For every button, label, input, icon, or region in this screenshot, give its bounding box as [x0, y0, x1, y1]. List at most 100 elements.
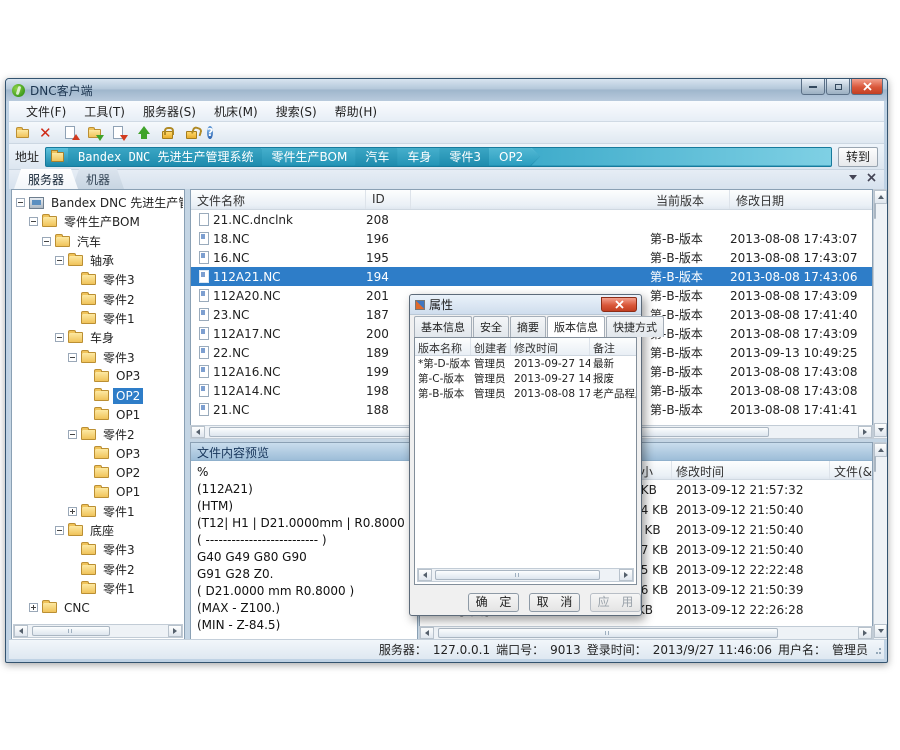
menu-server[interactable]: 服务器(S) [134, 101, 205, 122]
collapse-icon[interactable] [16, 198, 25, 207]
scroll-left-icon[interactable] [191, 426, 205, 438]
version-row[interactable]: 第-B-版本管理员2013-08-08 17:...老产品程序 [415, 386, 636, 401]
menu-help[interactable]: 帮助(H) [326, 101, 386, 122]
tree-hscrollbar[interactable] [13, 624, 183, 638]
column-version[interactable]: 当前版本 [650, 190, 730, 209]
scroll-left-icon[interactable] [14, 625, 28, 637]
tab-machine[interactable]: 机器 [72, 169, 124, 189]
collapse-icon[interactable] [68, 430, 77, 439]
table-row[interactable]: 16.NC195第-B-版本2013-08-08 17:43:07 [191, 248, 872, 267]
scroll-thumb[interactable] [874, 456, 876, 472]
tree-item[interactable]: OP1 [14, 405, 183, 424]
scroll-up-icon[interactable] [874, 443, 887, 457]
title-bar[interactable]: DNC客户端 [6, 79, 887, 101]
column-creator[interactable]: 创建者 [471, 338, 511, 355]
tab-basic-info[interactable]: 基本信息 [414, 316, 472, 337]
expand-icon[interactable] [29, 603, 38, 612]
tree-item[interactable]: 零件2 [14, 289, 183, 308]
breadcrumb-bom[interactable]: 零件生产BOM [262, 148, 364, 166]
column-date[interactable]: 修改日期 [730, 190, 872, 209]
ok-button[interactable]: 确 定 [468, 593, 519, 612]
tree-item-root[interactable]: Bandex DNC 先进生产管理系统 [14, 193, 183, 212]
file-download-icon[interactable] [111, 125, 128, 141]
tree-item[interactable]: 零件3 [14, 270, 183, 289]
tab-summary[interactable]: 摘要 [510, 316, 546, 337]
tree-item[interactable]: 轴承 [14, 251, 183, 270]
table-row[interactable]: 21.NC.dnclnk208 [191, 210, 872, 229]
collapse-icon[interactable] [55, 256, 64, 265]
tree-item[interactable]: OP3 [14, 367, 183, 386]
tab-server[interactable]: 服务器 [14, 169, 78, 189]
column-mtime[interactable]: 修改时间 [672, 461, 830, 479]
menu-file[interactable]: 文件(F) [17, 101, 75, 122]
table-row-selected[interactable]: 112A21.NC194第-B-版本2013-08-08 17:43:06 [191, 267, 872, 286]
tree-item[interactable]: 零件3 [14, 540, 183, 559]
tab-close-icon[interactable] [867, 173, 876, 182]
scroll-left-icon[interactable] [420, 627, 434, 639]
column-name[interactable]: 文件名称 [191, 190, 366, 209]
help-icon[interactable]: ? [207, 125, 224, 141]
collapse-icon[interactable] [55, 526, 64, 535]
collapse-icon[interactable] [42, 237, 51, 246]
column-mtime[interactable]: 修改时间 [511, 338, 590, 355]
tree-item[interactable]: 底座 [14, 521, 183, 540]
version-row[interactable]: *第-D-版本管理员2013-09-27 14:...最新 [415, 356, 636, 371]
scroll-down-icon[interactable] [874, 624, 887, 638]
close-button[interactable] [851, 79, 883, 95]
tree-item[interactable]: 车身 [14, 328, 183, 347]
scroll-left-icon[interactable] [418, 569, 432, 581]
dialog-title-bar[interactable]: 属性 [410, 295, 641, 315]
table-row[interactable]: 18.NC196第-B-版本2013-08-08 17:43:07 [191, 229, 872, 248]
tree-item[interactable]: 零件1 [14, 309, 183, 328]
tree-item-selected[interactable]: OP2 [14, 386, 183, 405]
maximize-button[interactable] [826, 79, 850, 95]
column-version-name[interactable]: 版本名称 [415, 338, 471, 355]
tree-item[interactable]: 零件1 [14, 579, 183, 598]
scroll-right-icon[interactable] [168, 625, 182, 637]
go-button[interactable]: 转到 [838, 147, 878, 167]
scroll-right-icon[interactable] [858, 426, 872, 438]
new-folder-icon[interactable] [15, 125, 32, 141]
dialog-close-button[interactable] [601, 297, 637, 312]
resize-grip[interactable] [873, 648, 881, 656]
breadcrumb-op[interactable]: OP2 [489, 148, 539, 166]
tree-item[interactable]: 零件1 [14, 502, 183, 521]
scroll-right-icon[interactable] [858, 627, 872, 639]
breadcrumb-root[interactable]: Bandex DNC 先进生产管理系统 [68, 148, 269, 166]
column-note[interactable]: 备注 [590, 338, 636, 355]
collapse-icon[interactable] [55, 333, 64, 342]
minimize-button[interactable] [801, 79, 825, 95]
file-list-vscrollbar[interactable] [873, 189, 888, 439]
column-id[interactable]: ID [366, 190, 411, 209]
tree-item[interactable]: 汽车 [14, 232, 183, 251]
tab-list-dropdown-icon[interactable] [849, 175, 857, 180]
tree-item[interactable]: 零件3 [14, 347, 183, 366]
send-up-icon[interactable] [135, 125, 152, 141]
scroll-down-icon[interactable] [874, 423, 887, 437]
dialog-hscrollbar[interactable] [417, 568, 634, 582]
tree-item[interactable]: OP1 [14, 482, 183, 501]
scroll-up-icon[interactable] [874, 190, 887, 204]
cancel-button[interactable]: 取 消 [529, 593, 580, 612]
tree-item[interactable]: 零件2 [14, 560, 183, 579]
scroll-right-icon[interactable] [619, 569, 633, 581]
scroll-thumb[interactable] [32, 626, 110, 636]
tab-version-info[interactable]: 版本信息 [547, 316, 605, 338]
attachments-vscrollbar[interactable] [873, 442, 888, 640]
tree-item[interactable]: 零件2 [14, 425, 183, 444]
file-upload-icon[interactable] [63, 125, 80, 141]
menu-machine[interactable]: 机床(M) [205, 101, 267, 122]
expand-icon[interactable] [68, 507, 77, 516]
delete-icon[interactable]: ✕ [39, 125, 56, 141]
menu-tools[interactable]: 工具(T) [75, 101, 134, 122]
scroll-thumb[interactable] [435, 570, 600, 580]
scroll-thumb[interactable] [438, 628, 778, 638]
scroll-thumb[interactable] [874, 203, 876, 219]
attachments-hscrollbar[interactable] [419, 626, 873, 640]
breadcrumb-part[interactable]: 零件3 [439, 148, 497, 166]
tree-item[interactable]: 零件生产BOM [14, 212, 183, 231]
folder-export-icon[interactable] [87, 125, 104, 141]
tab-security[interactable]: 安全 [473, 316, 509, 337]
collapse-icon[interactable] [68, 353, 77, 362]
version-row[interactable]: 第-C-版本管理员2013-09-27 14:...报废 [415, 371, 636, 386]
